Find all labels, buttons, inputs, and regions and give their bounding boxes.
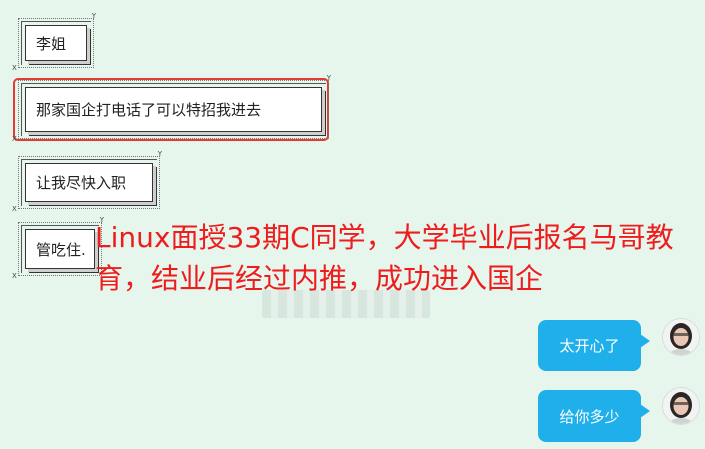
chat-message: Y X 管吃住. bbox=[12, 217, 104, 280]
avatar[interactable] bbox=[662, 318, 700, 356]
message-text: 那家国企打电话了可以特招我进去 bbox=[36, 101, 262, 119]
corner-mark: Y bbox=[157, 150, 162, 158]
corner-mark: Y bbox=[326, 74, 331, 82]
corner-mark: Y bbox=[91, 12, 96, 20]
person-avatar-icon bbox=[663, 388, 699, 424]
chat-message-sent: 给你多少 bbox=[538, 390, 650, 442]
chat-message: Y X 让我尽快入职 bbox=[12, 151, 162, 213]
chat-message: Y X 那家国企打电话了可以特招我进去 bbox=[12, 75, 331, 143]
avatar[interactable] bbox=[662, 387, 700, 425]
message-text: 给你多少 bbox=[559, 407, 620, 426]
person-avatar-icon bbox=[663, 319, 699, 355]
corner-mark: X bbox=[12, 64, 17, 72]
message-text: 管吃住. bbox=[36, 240, 86, 259]
chat-message: Y X 李姐 bbox=[12, 13, 96, 72]
chat-message-sent: 太开心了 bbox=[538, 320, 650, 371]
corner-mark: X bbox=[12, 205, 17, 213]
message-text: 太开心了 bbox=[559, 337, 620, 355]
corner-mark: X bbox=[12, 135, 17, 143]
overlay-caption: Linux面授33期C同学，大学毕业后报名马哥教育，结业后经过内推，成功进入国企 bbox=[95, 221, 674, 295]
message-text: 李姐 bbox=[36, 34, 67, 53]
corner-mark: X bbox=[12, 272, 17, 280]
message-text: 让我尽快入职 bbox=[36, 174, 127, 192]
